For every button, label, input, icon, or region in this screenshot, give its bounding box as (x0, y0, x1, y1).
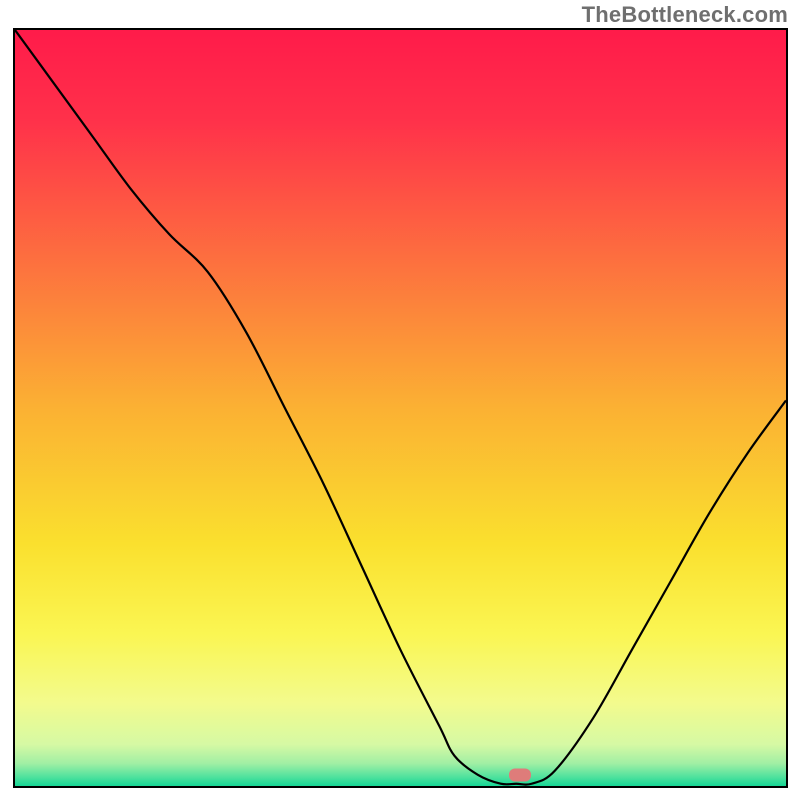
result-marker (509, 769, 531, 782)
watermark-text: TheBottleneck.com (582, 2, 788, 28)
chart-frame (13, 28, 788, 788)
chart-line (15, 30, 786, 786)
